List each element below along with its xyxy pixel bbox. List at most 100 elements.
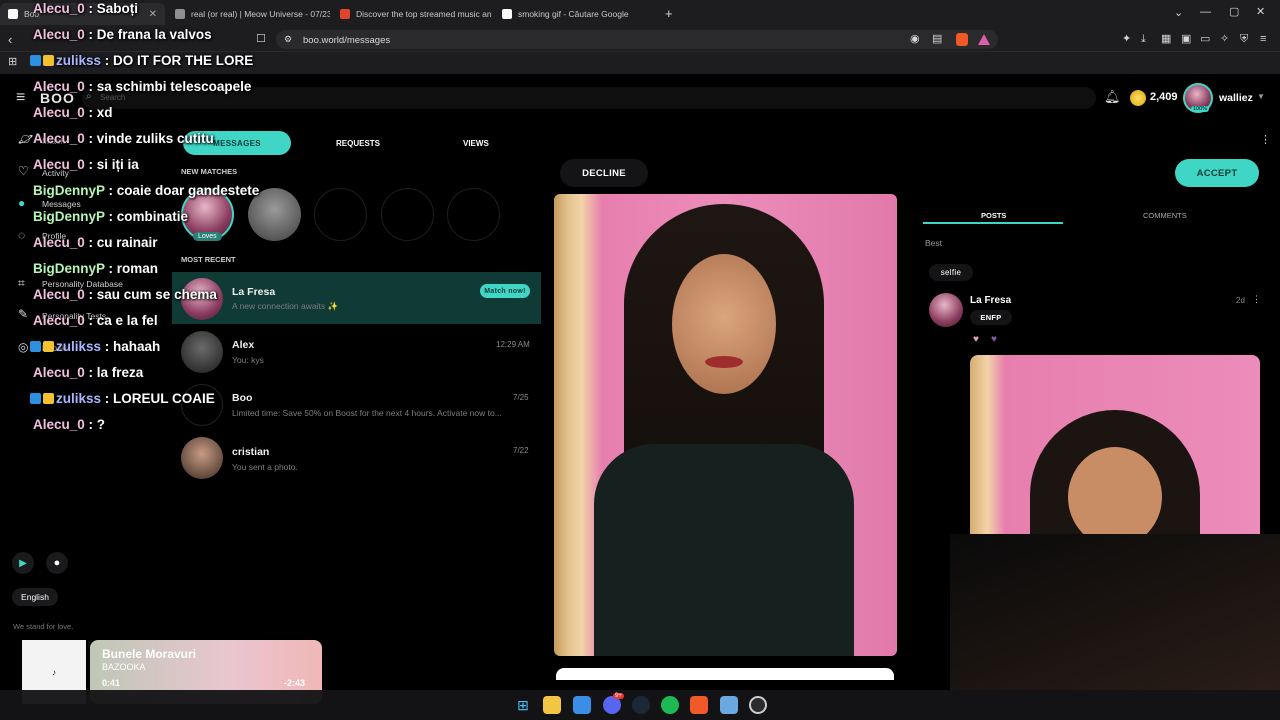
post-author-name[interactable]: La Fresa	[970, 295, 1011, 306]
lock-favicon-icon	[175, 9, 185, 19]
profile-photo[interactable]	[554, 194, 897, 656]
location-icon[interactable]: ◉	[910, 34, 920, 45]
chat-text: : roman	[104, 261, 159, 276]
discord-badge: 9+	[613, 693, 624, 699]
tag-chip[interactable]: selfie	[929, 264, 973, 281]
chat-message: Alecu_0 : la freza	[33, 365, 143, 380]
sort-select[interactable]: Best	[925, 238, 942, 248]
chat-text: : ca e la fel	[84, 313, 158, 328]
posts-tab-indicator	[923, 222, 1063, 224]
minimize-icon[interactable]: —	[1200, 7, 1211, 18]
close-tab-icon[interactable]: ✕	[149, 9, 157, 20]
chat-text: : cu rainair	[84, 235, 158, 250]
close-icon[interactable]: ✕	[1256, 7, 1265, 18]
sidebar-item-messages[interactable]: Messages	[42, 199, 81, 209]
conversation-time: 7/25	[513, 393, 529, 402]
photos-icon[interactable]	[573, 696, 591, 714]
post-author-avatar[interactable]	[929, 293, 963, 327]
chat-text: : DO IT FOR THE LORE	[101, 53, 254, 68]
loves-badge: Loves	[193, 232, 222, 241]
new-tab-button[interactable]: +	[665, 7, 673, 20]
conversation-name[interactable]: Alex	[232, 339, 254, 351]
conversation-name[interactable]: Boo	[232, 392, 252, 404]
sidebar-toggle-icon[interactable]: ▣	[1181, 34, 1191, 45]
chat-username: Alecu_0	[33, 131, 85, 146]
conversation-name[interactable]: cristian	[232, 446, 269, 458]
conversation-row-selected[interactable]	[172, 272, 541, 324]
post-image[interactable]	[970, 355, 1260, 534]
chat-username: Alecu_0	[33, 287, 85, 302]
heart-icon: ♥	[991, 334, 997, 345]
bookmark-icon[interactable]: ☐	[256, 34, 266, 45]
tab-views[interactable]: VIEWS	[463, 139, 489, 148]
back-icon[interactable]: ‹	[8, 33, 12, 46]
chat-username: Alecu_0	[33, 157, 85, 172]
hamburger-icon[interactable]: ≡	[16, 90, 25, 106]
wallet-icon[interactable]: ▭	[1200, 34, 1210, 45]
spotify-icon[interactable]	[661, 696, 679, 714]
tab-posts[interactable]: POSTS	[981, 211, 1006, 220]
new-matches-title: NEW MATCHES	[181, 167, 238, 176]
chat-message: Alecu_0 : sa schimbi telescoapele	[33, 79, 251, 94]
windows-icon[interactable]: ⊞	[514, 696, 532, 714]
leo-icon[interactable]: ✧	[1220, 34, 1229, 45]
footer-text: We stand for love.	[13, 622, 74, 631]
menu-icon[interactable]: ≡	[1260, 34, 1266, 45]
vpn-icon[interactable]: ⛨	[1240, 34, 1248, 45]
apps-grid-icon[interactable]: ⊞	[8, 57, 17, 68]
chat-username: zulikss	[56, 339, 102, 354]
more-options-icon[interactable]: ⋮	[1252, 295, 1261, 304]
crown-badge-icon	[43, 55, 54, 66]
mbti-badge: ENFP	[970, 310, 1012, 325]
post-time: 2d	[1236, 296, 1245, 305]
chat-text: : LOREUL COAIE	[101, 391, 215, 406]
reader-icon[interactable]: ▤	[932, 34, 942, 45]
obs-icon[interactable]	[749, 696, 767, 714]
chat-text: : ?	[84, 417, 106, 432]
bell-icon[interactable]: 🔔︎	[1104, 90, 1121, 103]
search-placeholder: Search	[100, 93, 126, 102]
tab-music[interactable]: Discover the top streamed music and	[332, 3, 492, 25]
conversation-avatar[interactable]	[181, 437, 223, 479]
tab-google[interactable]: smoking gif - Căutare Google	[494, 3, 656, 25]
steam-icon[interactable]	[632, 696, 650, 714]
webcam-overlay	[950, 534, 1280, 690]
chat-message: Alecu_0 : vinde zuliks cutitu	[33, 131, 214, 146]
chat-text: : vinde zuliks cutitu	[84, 131, 214, 146]
chat-username: BigDennyP	[33, 183, 105, 198]
chat-message: zulikss : hahaah	[30, 339, 160, 354]
mail-icon[interactable]	[720, 696, 738, 714]
chat-message: Alecu_0 : cu rainair	[33, 235, 158, 250]
chevron-down-icon[interactable]: ⌄	[1174, 8, 1183, 19]
download-icon[interactable]: ⤓	[1141, 34, 1146, 45]
brave-icon[interactable]	[690, 696, 708, 714]
conversation-avatar[interactable]	[181, 331, 223, 373]
tab-label: smoking gif - Căutare Google	[518, 9, 629, 19]
username[interactable]: walliez	[1219, 92, 1253, 104]
accept-button[interactable]: ACCEPT	[1175, 159, 1259, 187]
conversation-time: 7/22	[513, 446, 529, 455]
tab-requests[interactable]: REQUESTS	[336, 139, 380, 148]
tab-comments[interactable]: COMMENTS	[1143, 211, 1187, 220]
folder-icon[interactable]	[543, 696, 561, 714]
match-now-badge[interactable]: Match now!	[480, 284, 530, 298]
chevron-down-icon[interactable]: ▼	[1257, 93, 1265, 101]
brave-rewards-icon[interactable]	[978, 34, 990, 45]
extensions-icon[interactable]: ✦	[1122, 34, 1131, 45]
more-options-icon[interactable]: ⋮	[1260, 135, 1271, 146]
conversation-preview: You: kys	[232, 355, 264, 365]
conversation-preview: You sent a photo.	[232, 462, 298, 472]
maximize-icon[interactable]: ▢	[1229, 7, 1239, 18]
chat-message: Alecu_0 : xd	[33, 105, 113, 120]
lips-shape	[705, 356, 743, 368]
brave-shield-icon[interactable]	[956, 33, 968, 46]
coin-count[interactable]: 2,409	[1150, 91, 1178, 103]
site-info-icon[interactable]: ⚙	[284, 35, 292, 44]
ai-icon: ◎	[18, 340, 29, 354]
play-store-icon[interactable]: ▶	[12, 552, 34, 574]
history-icon[interactable]: ▦	[1161, 34, 1171, 45]
language-select[interactable]: English	[12, 588, 58, 606]
apple-icon[interactable]: ●	[46, 552, 68, 574]
decline-button[interactable]: DECLINE	[560, 159, 648, 187]
tab-meow[interactable]: real (or real) | Meow Universe - 07/23	[167, 3, 330, 25]
